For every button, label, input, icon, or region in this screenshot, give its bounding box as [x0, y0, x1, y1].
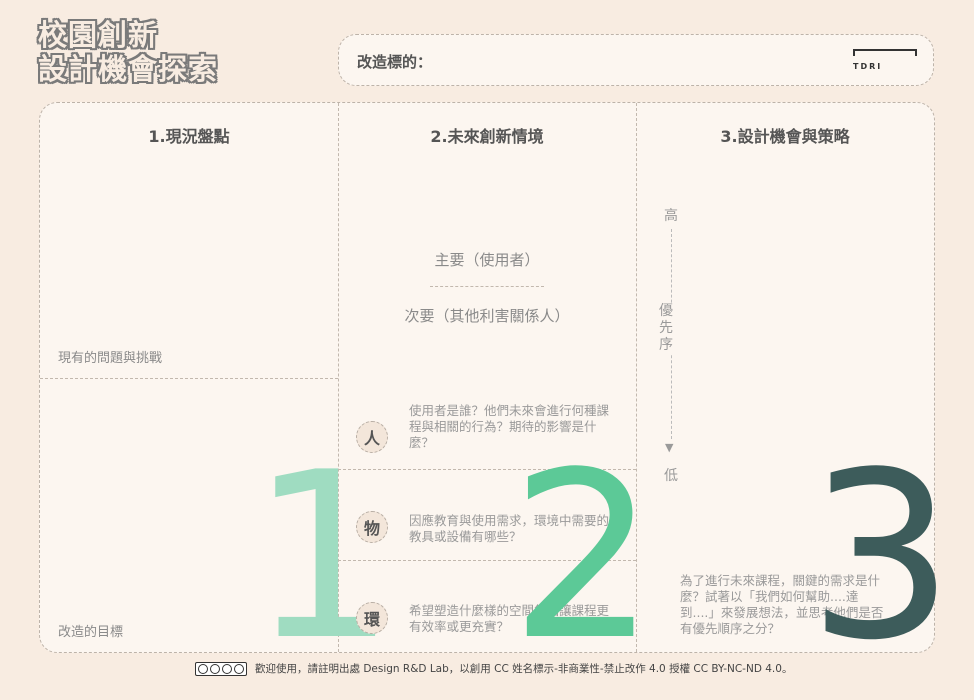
priority-label: 優先序	[656, 303, 676, 354]
goal-label: 改造的目標	[58, 625, 124, 640]
current-problems-label: 現有的問題與挑戰	[58, 351, 163, 366]
license-footer: 歡迎使用，請註明出處 Design R&D Lab，以創用 CC 姓名標示-非商…	[195, 661, 792, 676]
stakeholder-divider	[430, 286, 544, 287]
column-3-title: 3.設計機會與策略	[720, 127, 850, 146]
primary-user-label: 主要（使用者）	[434, 251, 540, 269]
target-field[interactable]: 改造標的： TDRI	[338, 34, 934, 86]
title-line-1: 校園創新	[38, 18, 159, 52]
worksheet-board: 1.現況盤點 現有的問題與挑戰 改造的目標 1 2.未來創新情境 主要（使用者）…	[39, 102, 954, 673]
priority-high: 高	[664, 208, 678, 224]
license-text: 歡迎使用，請註明出處 Design R&D Lab，以創用 CC 姓名標示-非商…	[255, 663, 793, 675]
number-1: 1	[250, 424, 397, 691]
number-3: 3	[808, 424, 955, 691]
badge-environment: 環	[356, 602, 388, 634]
tdri-logo: TDRI	[853, 47, 917, 73]
column-1-title: 1.現況盤點	[148, 127, 230, 146]
column-2-title: 2.未來創新情境	[430, 127, 544, 146]
logo-text: TDRI	[853, 62, 883, 71]
badge-people: 人	[356, 421, 388, 453]
priority-arrow-icon: ▼	[665, 441, 674, 454]
cc-license-icon	[195, 661, 247, 676]
page-title: 校園創新 設計機會探索	[38, 18, 218, 86]
secondary-stakeholder-label: 次要（其他利害關係人）	[404, 307, 570, 325]
row-divider	[40, 378, 338, 379]
target-label: 改造標的：	[357, 53, 433, 71]
title-line-2: 設計機會探索	[38, 52, 219, 86]
number-2: 2	[510, 424, 657, 691]
badge-objects: 物	[356, 511, 388, 543]
priority-low: 低	[664, 468, 678, 484]
